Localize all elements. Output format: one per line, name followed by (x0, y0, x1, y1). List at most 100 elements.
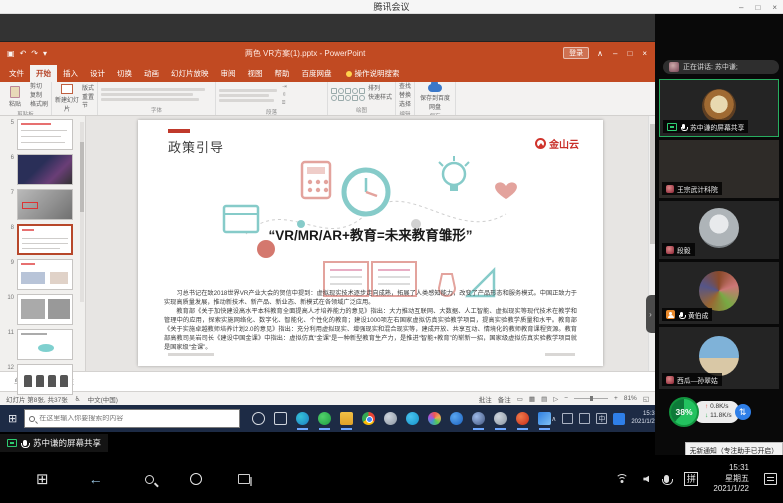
thumbnail-scrollbar[interactable] (80, 122, 84, 302)
tab-home[interactable]: 开始 (30, 65, 57, 82)
photo-app-icon[interactable] (428, 412, 441, 425)
network-icon[interactable] (579, 413, 590, 424)
slide-thumbnail[interactable] (17, 259, 73, 290)
qat-dropdown-icon[interactable]: ▾ (43, 49, 47, 58)
video-tile[interactable]: 段毅 (659, 201, 779, 259)
paragraph-controls[interactable] (219, 89, 279, 102)
zoom-out-icon[interactable]: − (564, 395, 568, 402)
task-view-icon[interactable] (238, 474, 250, 484)
zoom-slider[interactable] (574, 398, 608, 399)
thumbnail-row[interactable]: 12 (5, 364, 85, 395)
edge-icon[interactable] (296, 412, 309, 425)
minimize-icon[interactable]: – (739, 3, 743, 12)
login-button[interactable]: 登录 (563, 47, 589, 59)
replace-button[interactable]: 替换 (399, 93, 411, 101)
app-icon[interactable] (472, 412, 485, 425)
view-slideshow-icon[interactable]: ▷ (553, 395, 558, 403)
browser-icon[interactable] (450, 412, 463, 425)
tab-insert[interactable]: 插入 (57, 65, 84, 82)
thumbnail-row[interactable]: 6 (5, 154, 85, 185)
find-button[interactable]: 查找 (399, 84, 411, 92)
zoom-in-icon[interactable]: + (614, 395, 618, 402)
view-reading-icon[interactable]: ▤ (541, 395, 547, 403)
ppt-minimize-icon[interactable]: – (613, 49, 617, 58)
select-button[interactable]: 选择 (399, 102, 411, 110)
video-tile[interactable]: 黄伯成 (659, 262, 779, 324)
comments-button[interactable]: 批注 (479, 394, 492, 404)
wechat-icon[interactable] (318, 412, 331, 425)
ribbon-display-icon[interactable]: ∧ (597, 49, 603, 58)
sidebar-collapse-handle[interactable]: › (646, 295, 655, 333)
search-input[interactable] (39, 415, 239, 422)
ime-indicator[interactable]: 拼 (684, 472, 698, 486)
redo-icon[interactable]: ↷ (31, 49, 38, 58)
thumbnail-row[interactable]: 9 (5, 259, 85, 290)
system-clock[interactable]: 15:31 星期五 2021/1/22 (713, 463, 749, 495)
shape-gallery[interactable] (331, 88, 365, 101)
reset-button[interactable]: 重置 (82, 95, 94, 103)
start-button[interactable]: ⊞ (36, 470, 49, 488)
slide-thumbnail-panel[interactable]: 5 6 7 8 9 (0, 116, 86, 371)
battery-percent-ball[interactable]: 38% (669, 397, 699, 427)
tencent-meeting-tray-icon[interactable] (613, 413, 625, 425)
ime-indicator[interactable]: 中 (596, 413, 607, 424)
speaker-muted-icon[interactable] (643, 475, 649, 482)
video-tile[interactable]: 西瓜—孙翠姑 (659, 327, 779, 389)
save-icon[interactable]: ▣ (7, 49, 15, 58)
language-indicator[interactable]: 中文(中国) (88, 394, 118, 404)
smartart-button[interactable]: ⌸ (282, 100, 287, 107)
cut-button[interactable]: 剪切 (30, 84, 48, 92)
thumbnail-row[interactable]: 10 (5, 294, 85, 325)
view-normal-icon[interactable]: ▭ (517, 395, 523, 403)
slide-thumbnail[interactable] (17, 329, 73, 360)
meeting-app-icon[interactable] (538, 412, 551, 425)
task-view-icon[interactable] (274, 412, 287, 425)
action-center-icon[interactable] (764, 473, 777, 485)
ppt-restore-icon[interactable]: □ (627, 49, 632, 58)
copy-button[interactable]: 复制 (30, 93, 48, 101)
start-button[interactable]: ⊞ (8, 412, 17, 425)
netease-icon[interactable] (516, 412, 529, 425)
search-icon[interactable] (145, 475, 154, 484)
wifi-icon[interactable] (615, 474, 628, 484)
tab-view[interactable]: 视图 (242, 65, 269, 82)
thumbnail-row[interactable]: 7 (5, 189, 85, 220)
maximize-icon[interactable]: □ (755, 3, 760, 12)
notes-pane[interactable]: 单击此处添加备注 (0, 371, 655, 391)
fit-slide-icon[interactable]: ◱ (643, 395, 649, 403)
tab-animations[interactable]: 动画 (138, 65, 165, 82)
network-float-widget[interactable]: 38% ↑ 0.8K/s ↓ 11.8K/s ⇅ (669, 397, 783, 427)
cortana-icon[interactable] (252, 412, 265, 425)
slide-canvas[interactable]: 政策引导 金山云 (86, 116, 655, 371)
video-tile[interactable]: 王宗武计科院 (659, 140, 779, 198)
tray-chevron-up-icon[interactable]: ∧ (551, 415, 556, 423)
tab-slideshow[interactable]: 幻灯片放映 (165, 65, 215, 82)
thumbnail-row[interactable]: 11 (5, 329, 85, 360)
view-sorter-icon[interactable]: ▦ (529, 395, 535, 403)
zoom-level[interactable]: 81% (624, 395, 637, 402)
layout-button[interactable]: 版式 (82, 86, 94, 94)
tab-file[interactable]: 文件 (3, 65, 30, 82)
new-slide-button[interactable]: 新建幻灯片 (55, 84, 79, 113)
tell-me-search[interactable]: 操作说明搜索 (346, 68, 400, 82)
undo-icon[interactable]: ↶ (20, 49, 27, 58)
paste-button[interactable]: 粘贴 (3, 86, 27, 108)
notes-button[interactable]: 备注 (498, 394, 511, 404)
microphone-icon[interactable] (664, 475, 669, 483)
tab-transitions[interactable]: 切换 (111, 65, 138, 82)
tab-help[interactable]: 帮助 (269, 65, 296, 82)
video-tile-screen-share[interactable]: 苏中谦的屏幕共享 (659, 79, 779, 137)
slide-thumbnail[interactable] (17, 364, 73, 395)
ppt-close-icon[interactable]: × (642, 49, 647, 58)
thumbnail-row[interactable]: 5 (5, 119, 85, 150)
back-button[interactable]: ← (89, 471, 103, 487)
tab-review[interactable]: 审阅 (215, 65, 242, 82)
app-icon[interactable] (494, 412, 507, 425)
tab-design[interactable]: 设计 (84, 65, 111, 82)
tab-baidu-netdisk[interactable]: 百度网盘 (296, 65, 338, 82)
slide-thumbnail[interactable] (17, 154, 73, 185)
remote-tool-icon[interactable] (384, 412, 397, 425)
cortana-icon[interactable] (190, 473, 202, 485)
thumbnail-row[interactable]: 8 (5, 224, 85, 255)
slide-thumbnail-selected[interactable] (17, 224, 73, 255)
